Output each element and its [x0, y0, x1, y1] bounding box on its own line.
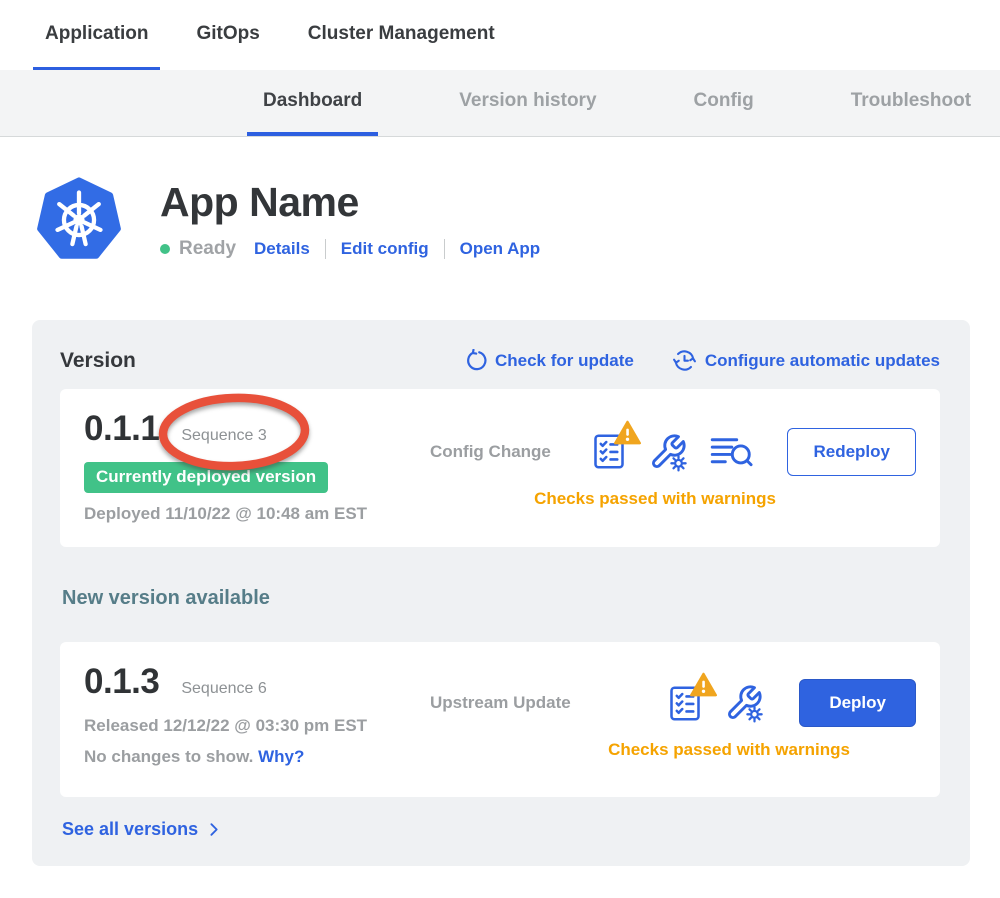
version-source-label: Config Change [430, 442, 551, 462]
top-nav: Application GitOps Cluster Management [0, 0, 1000, 70]
top-nav-item-label: Application [45, 23, 148, 45]
top-nav-item-gitops[interactable]: GitOps [184, 0, 271, 70]
tab-label: Version history [459, 90, 596, 112]
chevron-right-icon [205, 821, 222, 838]
available-version-sequence: Sequence 6 [181, 680, 266, 698]
tab-version-history[interactable]: Version history [443, 70, 612, 136]
configure-automatic-updates-link[interactable]: Configure automatic updates [672, 348, 940, 373]
version-card-actions: Check for update Configure automatic upd… [464, 348, 940, 373]
version-action-icons [591, 431, 753, 473]
version-card-header: Version Check for update [60, 348, 940, 373]
tab-label: Dashboard [263, 90, 362, 112]
configure-automatic-updates-label: Configure automatic updates [705, 351, 940, 371]
no-changes-line: No changes to show. Why? [84, 747, 430, 767]
currently-deployed-badge: Currently deployed version [84, 462, 328, 493]
edit-config-icon[interactable] [647, 431, 689, 473]
top-nav-item-label: GitOps [196, 23, 259, 45]
deploy-button[interactable]: Deploy [799, 679, 916, 727]
checks-status-text: Checks passed with warnings [430, 740, 916, 760]
no-changes-text: No changes to show. [84, 747, 253, 766]
preflight-checks-icon[interactable] [591, 431, 627, 472]
see-all-versions-link[interactable]: See all versions [62, 819, 222, 840]
app-tab-bar: Dashboard Version history Config Trouble… [0, 70, 1000, 137]
available-version-row: 0.1.3 Sequence 6 Released 12/12/22 @ 03:… [60, 642, 940, 797]
tab-label: Config [694, 90, 754, 112]
refresh-icon [464, 349, 487, 372]
available-version-number: 0.1.3 [84, 662, 159, 702]
edit-config-link[interactable]: Edit config [341, 239, 429, 259]
version-line: 0.1.3 Sequence 6 [84, 662, 430, 702]
warning-triangle-icon [614, 420, 641, 445]
version-card: Version Check for update [32, 320, 970, 866]
app-header: App Name Ready Details Edit config Open … [36, 177, 1000, 263]
edit-config-icon[interactable] [723, 682, 765, 724]
version-action-icons [667, 682, 765, 724]
current-version-sequence: Sequence 3 [181, 427, 266, 445]
current-version-info: 0.1.1 Sequence 3 Currently deployed vers… [84, 409, 430, 527]
tab-label: Troubleshoot [851, 90, 971, 112]
deploy-line: Upstream Update [430, 679, 916, 727]
check-for-update-link[interactable]: Check for update [464, 349, 634, 372]
divider [444, 239, 445, 259]
app-status-row: Ready Details Edit config Open App [160, 238, 540, 260]
check-for-update-label: Check for update [495, 351, 634, 371]
current-version-number: 0.1.1 [84, 409, 159, 449]
details-link[interactable]: Details [254, 239, 310, 259]
divider [325, 239, 326, 259]
scheduled-update-icon [672, 348, 697, 373]
current-version-deploy-area: Config Change [430, 409, 916, 527]
view-files-icon[interactable] [709, 433, 753, 471]
current-version-row: 0.1.1 Sequence 3 Currently deployed vers… [60, 389, 940, 547]
open-app-link[interactable]: Open App [460, 239, 541, 259]
kubernetes-logo-icon [36, 177, 122, 263]
top-nav-item-cluster-management[interactable]: Cluster Management [296, 0, 507, 70]
checks-status-text: Checks passed with warnings [430, 489, 916, 509]
available-version-info: 0.1.3 Sequence 6 Released 12/12/22 @ 03:… [84, 662, 430, 777]
redeploy-button[interactable]: Redeploy [787, 428, 916, 476]
ready-status-dot-icon [160, 244, 170, 254]
why-link[interactable]: Why? [258, 747, 304, 766]
version-source-label: Upstream Update [430, 693, 571, 713]
version-line: 0.1.1 Sequence 3 [84, 409, 430, 449]
tab-dashboard[interactable]: Dashboard [247, 70, 378, 136]
top-nav-item-label: Cluster Management [308, 23, 495, 45]
preflight-checks-icon[interactable] [667, 683, 703, 724]
deployed-timestamp: Deployed 11/10/22 @ 10:48 am EST [84, 504, 430, 524]
deploy-line: Config Change [430, 428, 916, 476]
version-card-title: Version [60, 349, 136, 373]
new-version-heading: New version available [62, 587, 940, 610]
top-nav-item-application[interactable]: Application [33, 0, 160, 70]
page-title: App Name [160, 179, 540, 226]
released-timestamp: Released 12/12/22 @ 03:30 pm EST [84, 716, 430, 736]
tab-config[interactable]: Config [678, 70, 770, 136]
app-title-block: App Name Ready Details Edit config Open … [160, 177, 540, 260]
see-all-versions-label: See all versions [62, 819, 198, 840]
tab-troubleshoot[interactable]: Troubleshoot [835, 70, 987, 136]
status-badge: Ready [179, 238, 236, 260]
available-version-deploy-area: Upstream Update [430, 662, 916, 777]
warning-triangle-icon [690, 672, 717, 697]
app-dashboard-page: Application GitOps Cluster Management Da… [0, 0, 1000, 898]
